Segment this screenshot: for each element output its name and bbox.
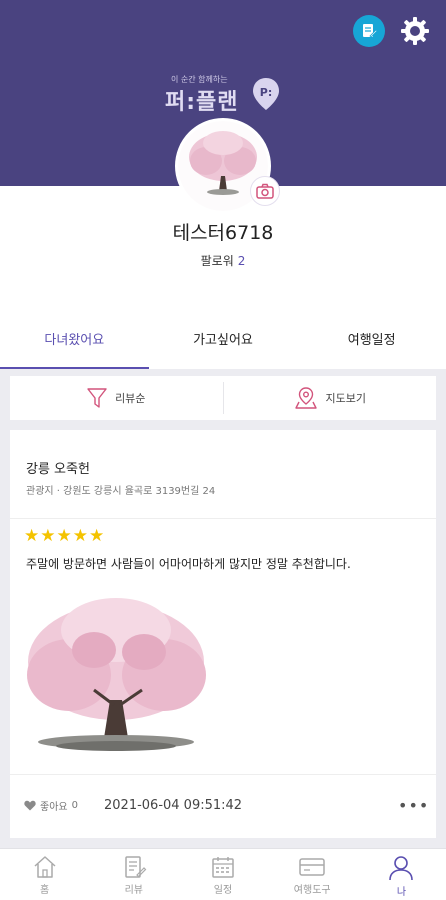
review-photo[interactable] [24,590,208,760]
camera-icon [256,183,274,199]
logo-pin-letter: P: [260,86,272,99]
map-label: 지도보기 [325,392,366,405]
change-photo-button[interactable] [250,176,280,206]
home-icon [34,856,56,878]
cherry-tree-photo [27,598,206,751]
nav-home-label: 홈 [40,885,50,896]
app-logo: 이 순간 함께하는 퍼:플랜 P: [165,74,285,115]
map-pin-icon [294,387,317,409]
follower-info[interactable]: 팔로워 2 [0,252,446,269]
avatar-container [175,118,280,214]
logo-pin-icon: P: [253,78,279,110]
logo-text: 퍼:플랜 [165,90,239,115]
more-options-button[interactable]: ••• [398,796,429,815]
like-count: 0 [71,800,78,811]
nav-schedule-label: 일정 [213,885,233,896]
heart-icon [24,800,36,811]
sort-label: 리뷰순 [115,392,146,405]
like-button[interactable]: 좋아요 0 [24,798,78,813]
star-rating: ★★★★★ [24,526,106,546]
tab-visited[interactable]: 다녀왔어요 [0,326,149,369]
card-divider [10,518,436,519]
edit-note-icon [353,15,385,47]
username: 테스터6718 [172,222,274,244]
nav-review-label: 리뷰 [124,885,143,896]
place-address: 관광지 · 강원도 강릉시 율곡로 3139번길 24 [26,486,216,497]
sort-button[interactable]: 리뷰순 [10,376,223,420]
review-icon [125,856,147,878]
nav-review[interactable]: 리뷰 [89,849,178,900]
filter-bar: 리뷰순 지도보기 [10,376,436,420]
nav-schedule[interactable]: 일정 [178,849,267,900]
review-text: 주말에 방문하면 사람들이 어마어마하게 많지만 정말 추천합니다. [26,557,351,571]
settings-button[interactable] [398,14,432,48]
travel-tools-icon [299,858,325,876]
nav-home[interactable]: 홈 [0,849,89,900]
nav-travel-tools-label: 여행도구 [293,885,331,896]
place-name[interactable]: 강릉 오죽헌 [26,458,90,477]
filter-icon [87,388,107,408]
gear-icon [401,17,429,45]
follower-label: 팔로워 [200,254,234,268]
like-label: 좋아요 [40,802,68,813]
review-card[interactable]: 강릉 오죽헌 관광지 · 강원도 강릉시 율곡로 3139번길 24 ★★★★★… [10,430,436,838]
bottom-navigation: 홈 리뷰 일정 여행도구 나 [0,848,446,900]
person-icon [389,856,414,881]
follower-count: 2 [237,254,246,268]
profile-tabs: 다녀왔어요 가고싶어요 여행일정 [0,326,446,369]
map-view-button[interactable]: 지도보기 [224,376,437,420]
nav-me-label: 나 [396,887,407,898]
tab-want-to-go[interactable]: 가고싶어요 [149,326,298,369]
card-footer-divider [10,774,436,775]
tab-travel-plan[interactable]: 여행일정 [297,326,446,369]
calendar-icon [212,857,234,878]
edit-button[interactable] [352,14,386,48]
nav-travel-tools[interactable]: 여행도구 [268,849,357,900]
nav-me[interactable]: 나 [357,849,446,900]
review-datetime: 2021-06-04 09:51:42 [104,798,243,813]
